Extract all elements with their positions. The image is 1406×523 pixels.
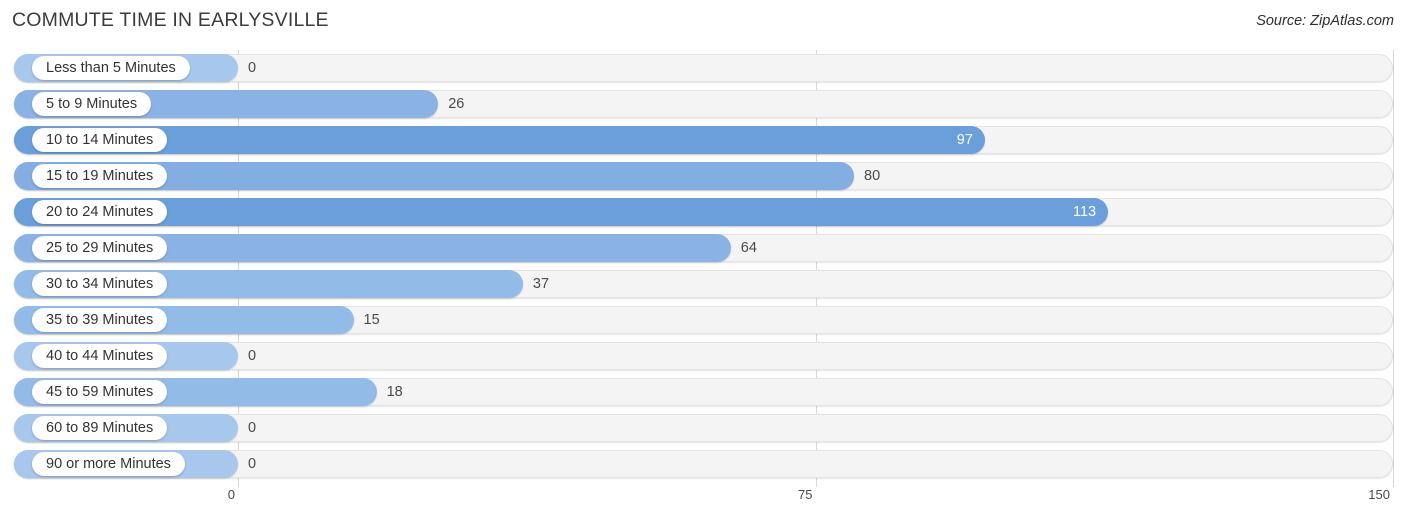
bar-value-label: 15 [363, 312, 380, 328]
bar-value-label: 0 [248, 456, 257, 472]
bar-row[interactable]: 60 to 89 Minutes 0 [14, 414, 1393, 442]
bar-category-label: 15 to 19 Minutes [32, 164, 168, 188]
bar-category-label: Less than 5 Minutes [32, 56, 190, 80]
bar-row[interactable]: 10 to 14 Minutes 97 [14, 126, 1393, 154]
bar-value-label: 0 [248, 348, 257, 364]
bar-category-label: 25 to 29 Minutes [32, 236, 168, 260]
bar-row[interactable]: Less than 5 Minutes 0 [14, 54, 1393, 82]
bar-row[interactable]: 20 to 24 Minutes 113 [14, 198, 1393, 226]
bar-value-label: 113 [1072, 204, 1097, 220]
bar-row[interactable]: 30 to 34 Minutes 37 [14, 270, 1393, 298]
chart-title: COMMUTE TIME IN EARLYSVILLE [12, 9, 329, 31]
bar-row[interactable]: 40 to 44 Minutes 0 [14, 342, 1393, 370]
bar-value-label: 37 [532, 276, 550, 292]
bar-category-label: 45 to 59 Minutes [32, 380, 168, 404]
bar-row[interactable]: 35 to 39 Minutes 15 [14, 306, 1393, 334]
bar-row[interactable]: 25 to 29 Minutes 64 [14, 234, 1393, 262]
bar-value-label: 0 [248, 60, 257, 76]
x-axis-tick-150: 150 [1368, 487, 1390, 502]
bar-row[interactable]: 45 to 59 Minutes 18 [14, 378, 1393, 406]
gridline-150 [1393, 50, 1394, 487]
x-axis: 0 75 150 [0, 487, 1406, 523]
bar-value-label: 97 [956, 132, 973, 148]
bar-category-label: 35 to 39 Minutes [32, 308, 168, 332]
x-axis-tick-75: 75 [798, 487, 813, 502]
bar-fill [14, 198, 1109, 226]
source-attribution: Source: ZipAtlas.com [1256, 13, 1394, 29]
bar-category-label: 10 to 14 Minutes [32, 128, 168, 152]
bar-category-label: 5 to 9 Minutes [32, 92, 152, 116]
bar-value-label: 64 [740, 240, 757, 256]
bar-row[interactable]: 5 to 9 Minutes 26 [14, 90, 1393, 118]
bar-category-label: 30 to 34 Minutes [32, 272, 168, 296]
bar-category-label: 60 to 89 Minutes [32, 416, 168, 440]
plot-area: Less than 5 Minutes 0 5 to 9 Minutes 26 10 t… [0, 50, 1406, 487]
bar-value-label: 26 [448, 96, 465, 112]
bar-value-label: 80 [864, 168, 881, 184]
bar-value-label: 0 [248, 420, 257, 436]
bar-category-label: 40 to 44 Minutes [32, 344, 168, 368]
bar-row[interactable]: 90 or more Minutes 0 [14, 450, 1393, 478]
chart-container: COMMUTE TIME IN EARLYSVILLE Source: ZipA… [0, 0, 1406, 523]
bar-row[interactable]: 15 to 19 Minutes 80 [14, 162, 1393, 190]
bar-category-label: 20 to 24 Minutes [32, 200, 168, 224]
bar-value-label: 18 [386, 384, 403, 400]
bar-category-label: 90 or more Minutes [32, 452, 185, 476]
x-axis-tick-0: 0 [227, 487, 235, 502]
